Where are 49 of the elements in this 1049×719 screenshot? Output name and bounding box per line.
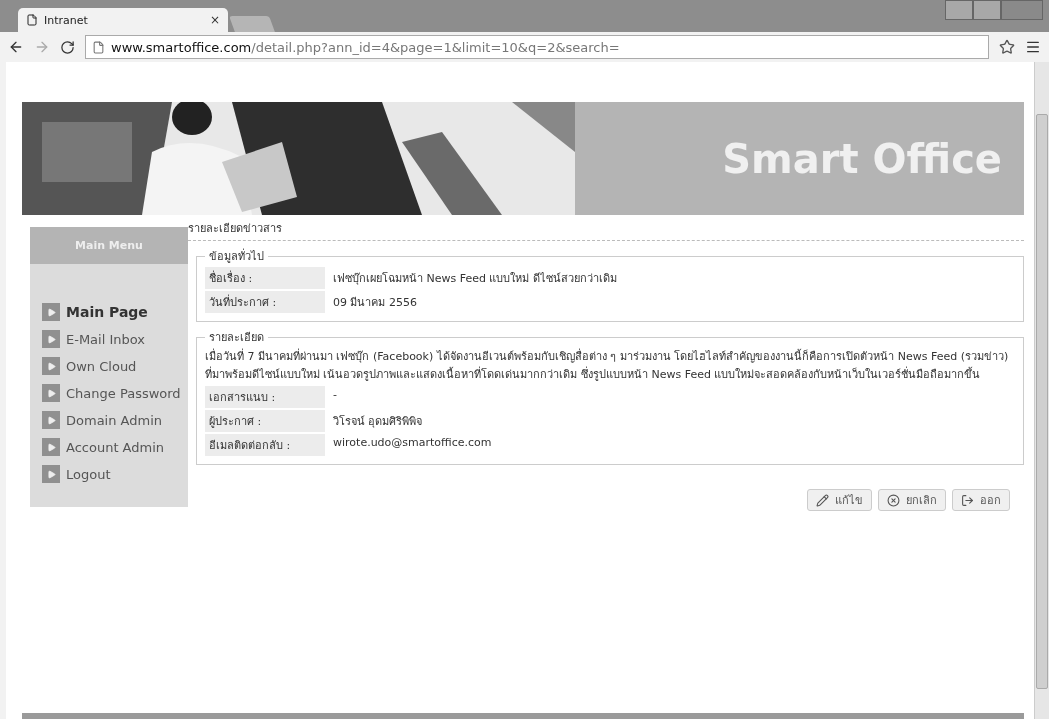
play-icon	[42, 357, 60, 375]
field-value: 09 มีนาคม 2556	[332, 295, 418, 311]
menu-item[interactable]: Own Cloud	[42, 354, 188, 378]
menu-item[interactable]: Main Page	[42, 300, 188, 324]
field-value: wirote.udo@smartoffice.com	[332, 435, 493, 451]
x-circle-icon	[887, 493, 900, 507]
field-value: วิโรจน์ อุดมศิริพิพิจ	[332, 414, 424, 430]
edit-button[interactable]: แก้ไข	[807, 489, 872, 511]
back-icon[interactable]	[8, 39, 24, 55]
field-label: ผู้ประกาศ :	[205, 410, 325, 432]
tab-close-button[interactable]: ×	[209, 13, 220, 27]
forward-icon[interactable]	[34, 39, 50, 55]
play-icon	[42, 384, 60, 402]
scrollbar[interactable]	[1034, 62, 1049, 719]
page-icon	[26, 14, 38, 26]
bookmark-star-icon[interactable]	[999, 39, 1015, 55]
menu-item[interactable]: E-Mail Inbox	[42, 327, 188, 351]
exit-icon	[961, 493, 974, 507]
site-title: Smart Office	[722, 135, 1002, 182]
pencil-icon	[816, 493, 829, 507]
tab-title: Intranet	[44, 13, 89, 27]
section-legend: รายละเอียด	[205, 328, 268, 346]
menu-item[interactable]: Change Password	[42, 381, 188, 405]
browser-tab[interactable]: Intranet ×	[18, 8, 228, 32]
exit-button[interactable]: ออก	[952, 489, 1010, 511]
play-icon	[42, 330, 60, 348]
field-label: ชื่อเรื่อง :	[205, 267, 325, 289]
play-icon	[42, 303, 60, 321]
field-label: เอกสารแนบ :	[205, 386, 325, 408]
field-value: เฟซบุ๊กเผยโฉมหน้า News Feed แบบใหม่ ดีไซน์สวยกว่าเดิม	[332, 271, 618, 287]
menu-icon[interactable]	[1025, 39, 1041, 55]
cancel-button[interactable]: ยกเลิก	[878, 489, 946, 511]
play-icon	[42, 465, 60, 483]
menu-item[interactable]: Logout	[42, 462, 188, 486]
url-text: www.smartoffice.com/detail.php?ann_id=4&page=1&limit=10&q=2&search=	[111, 39, 620, 55]
menu-item[interactable]: Account Admin	[42, 435, 188, 459]
play-icon	[42, 438, 60, 456]
field-label: วันที่ประกาศ :	[205, 291, 325, 313]
address-bar[interactable]: www.smartoffice.com/detail.php?ann_id=4&page=1&limit=10&q=2&search=	[85, 35, 989, 59]
field-label: อีเมลติดต่อกลับ :	[205, 434, 325, 456]
page-title: รายละเอียดข่าวสาร	[188, 219, 1024, 241]
field-value: -	[332, 387, 338, 403]
play-icon	[42, 411, 60, 429]
news-paragraph: เมื่อวันที่ 7 มีนาคมที่ผ่านมา เฟซบุ๊ก (Facebook) ได้จัดงานอีเวนต์พร้อมกับเชิญสื่อต่าง ๆ มาร่วมงาน โดยไฮไลท์สำคัญของงานนี้ก็คือการเปิดตัวหน้า News Feed (รวมข่าว) ที่มาพร้อมดีไซน์แบบใหม่ เน้นอวดรูปภาพและแสดงเนื้อหาที่โดดเด่นมากกว่าเดิม ซึ่งรูปแบบหน้า News Feed แบบใหม่จะสอดคล้องกับหน้าเว็บในเวอร์ชั่นมือถือมากขึ้น	[205, 348, 1010, 383]
menu-heading: Main Menu	[30, 227, 188, 264]
reload-icon[interactable]	[60, 39, 75, 55]
section-legend: ข้อมูลทั่วไป	[205, 247, 268, 265]
menu-item[interactable]: Domain Admin	[42, 408, 188, 432]
page-icon	[92, 40, 105, 54]
